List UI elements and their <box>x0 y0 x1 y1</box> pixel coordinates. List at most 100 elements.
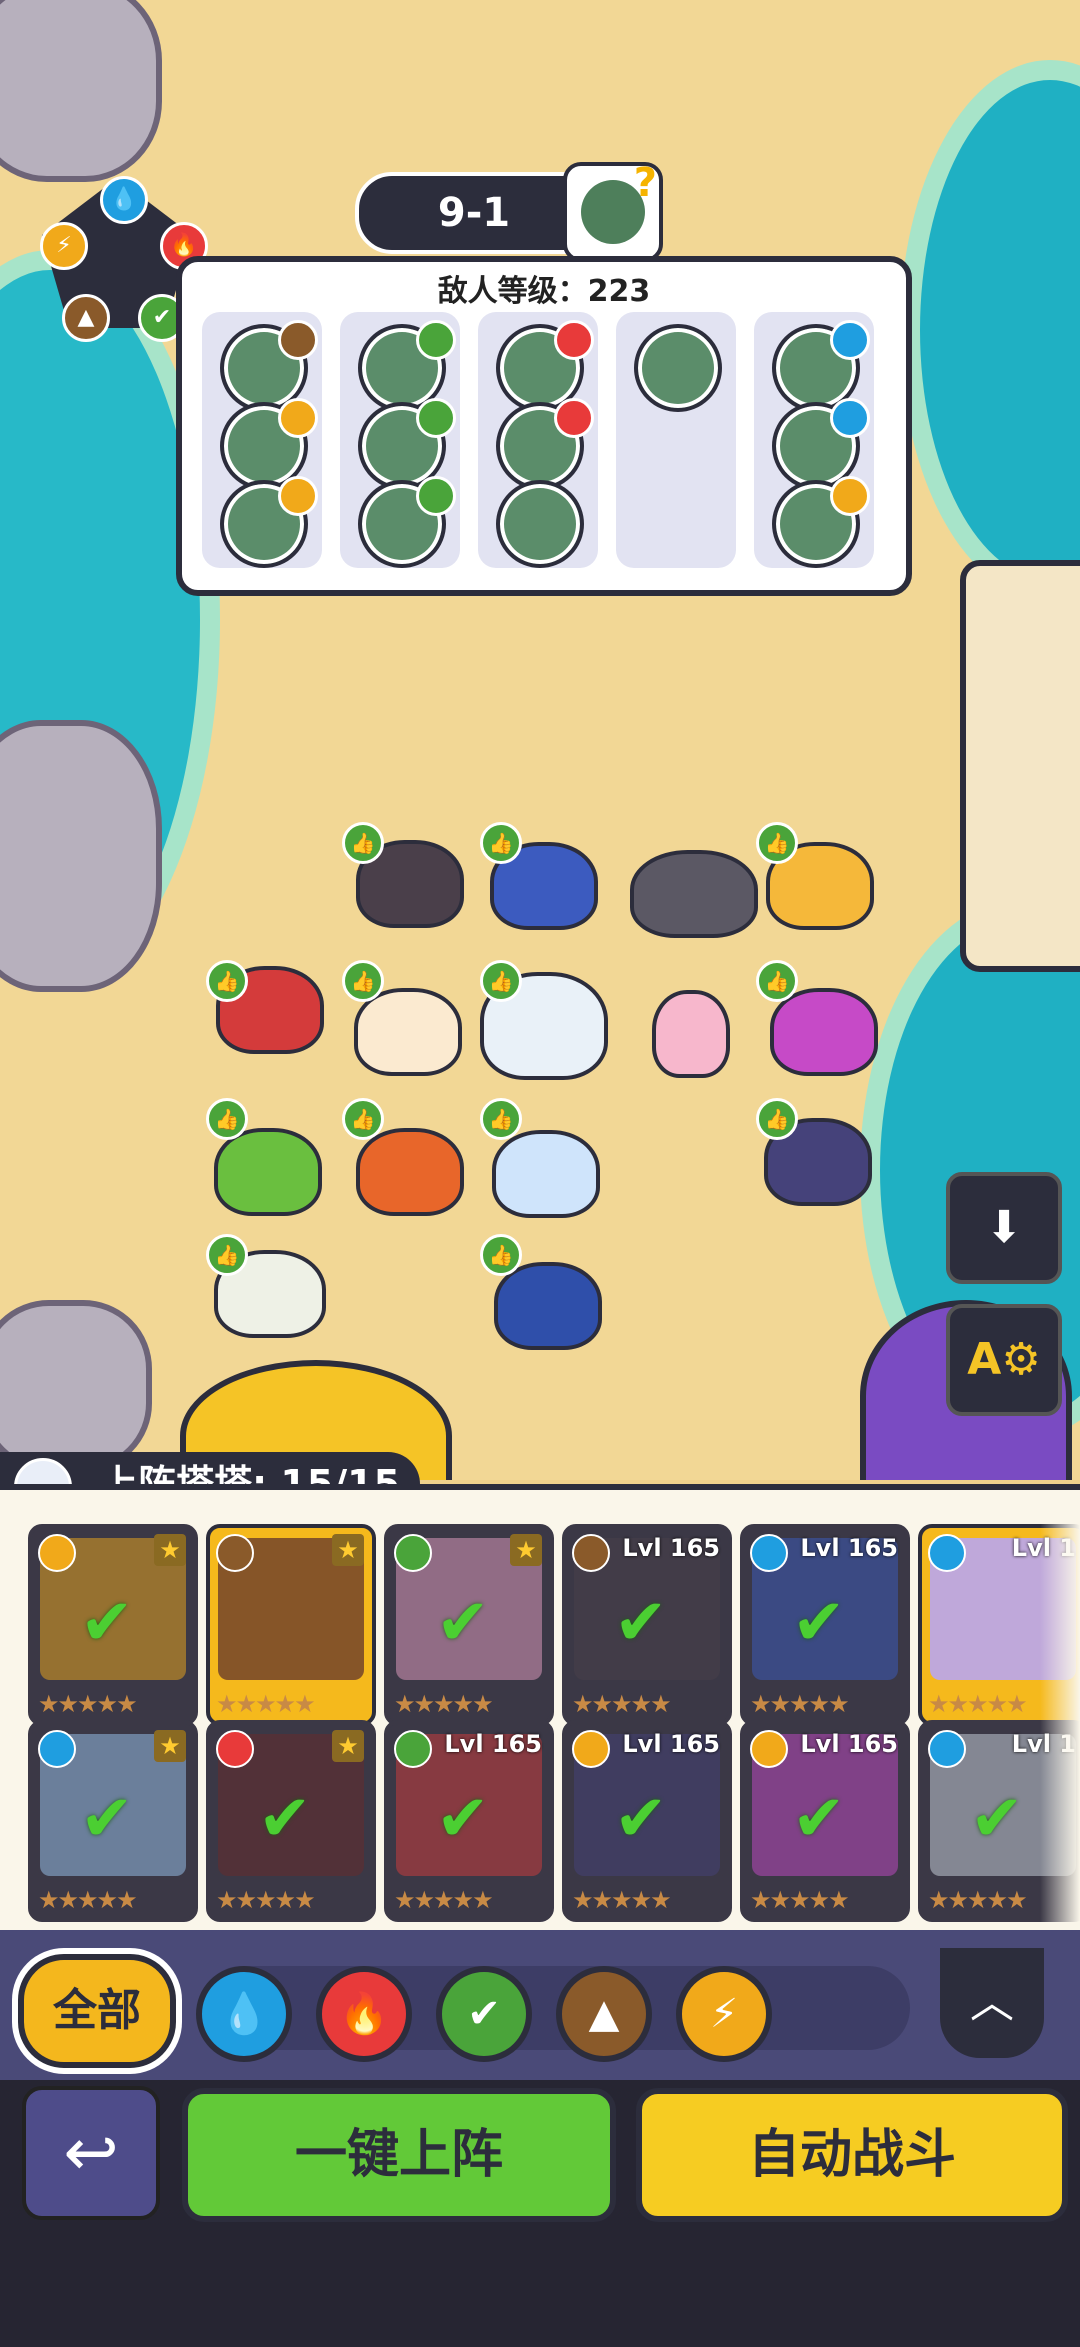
water-icon: 💧 <box>100 176 148 224</box>
thunder-icon <box>278 476 318 516</box>
like-icon: 👍 <box>342 960 384 1002</box>
pet-green-fox[interactable] <box>214 1128 322 1216</box>
pet-card[interactable]: ★ ✔ ★★★★★ <box>28 1720 198 1922</box>
water-icon <box>830 320 870 360</box>
roster-panel: ★ ✔ ★★★★★ ★ ★★★★★ ★ ✔ ★★★★★ Lvl 165 ✔ ★★★★★ Lvl 165… <box>0 1484 1080 1942</box>
question-mark-icon: ? <box>633 160 657 206</box>
level-label: Lvl 165 <box>800 1730 898 1758</box>
favorite-star-icon[interactable]: ★ <box>332 1730 364 1762</box>
water-icon <box>750 1534 788 1572</box>
enemy-portrait[interactable] <box>220 476 318 568</box>
thunder-icon <box>830 476 870 516</box>
favorite-star-icon[interactable]: ★ <box>510 1534 542 1566</box>
check-icon: ✔ <box>436 1586 490 1660</box>
filter-track <box>200 1966 910 2050</box>
zombie-boss-icon[interactable]: ? <box>563 160 663 262</box>
pet-chick[interactable] <box>354 988 462 1076</box>
thunder-icon <box>278 398 318 438</box>
rarity-stars: ★★★★★ <box>928 1690 1028 1718</box>
filter-earth-button[interactable]: ▲ <box>556 1966 652 2062</box>
tower-right <box>960 560 1080 972</box>
enemy-portrait[interactable] <box>772 476 870 568</box>
return-arrow-icon[interactable]: ↩ <box>22 2086 160 2220</box>
level-label: Lvl 165 <box>800 1534 898 1562</box>
rarity-stars: ★★★★★ <box>928 1886 1028 1914</box>
like-icon: 👍 <box>342 1098 384 1140</box>
like-icon: 👍 <box>756 1098 798 1140</box>
water-icon <box>830 398 870 438</box>
auto-battle-button[interactable]: 自动战斗 <box>636 2088 1068 2222</box>
filter-fire-button[interactable]: 🔥 <box>316 1966 412 2062</box>
favorite-star-icon[interactable]: ★ <box>154 1730 186 1762</box>
like-icon: 👍 <box>756 822 798 864</box>
grass-icon <box>394 1534 432 1572</box>
thunder-icon <box>572 1730 610 1768</box>
rarity-stars: ★★★★★ <box>750 1690 850 1718</box>
filter-grass-button[interactable]: ✔ <box>436 1966 532 2062</box>
rock-top-left <box>0 0 162 182</box>
enemy-portrait[interactable] <box>358 476 456 568</box>
pet-card[interactable]: Lvl 165 ✔ ★★★★★ <box>740 1524 910 1726</box>
grass-icon <box>416 398 456 438</box>
chevron-up-icon[interactable]: ︿ <box>940 1948 1044 2058</box>
check-icon: ✔ <box>614 1782 668 1856</box>
rock-bottom-left <box>0 1300 152 1472</box>
pet-tiger[interactable] <box>356 1128 464 1216</box>
rock-mid-left <box>0 720 162 992</box>
favorite-star-icon[interactable]: ★ <box>332 1534 364 1566</box>
enemy-column <box>616 312 736 568</box>
check-icon: ✔ <box>436 1782 490 1856</box>
check-icon: ✔ <box>792 1782 846 1856</box>
pet-card[interactable]: ★ ✔ ★★★★★ <box>206 1720 376 1922</box>
enemy-level-title: 敌人等级：223 <box>437 274 651 309</box>
water-icon <box>928 1534 966 1572</box>
like-icon: 👍 <box>206 1234 248 1276</box>
earth-icon: ▲ <box>62 294 110 342</box>
enemy-portrait[interactable] <box>496 398 594 490</box>
roster-fade <box>1040 1490 1080 1942</box>
enemy-portrait[interactable] <box>496 480 584 568</box>
pet-robot-cat[interactable] <box>494 1262 602 1350</box>
filter-water-button[interactable]: 💧 <box>196 1966 292 2062</box>
pet-card[interactable]: Lvl 165 ✔ ★★★★★ <box>384 1720 554 1922</box>
enemy-column <box>478 312 598 568</box>
stage-label: 9-1 <box>437 190 511 236</box>
earth-icon <box>572 1534 610 1572</box>
pet-egg[interactable] <box>770 988 878 1076</box>
pet-lizard[interactable] <box>630 850 758 938</box>
check-icon: ✔ <box>80 1782 134 1856</box>
pet-card[interactable]: Lvl 165 ✔ ★★★★★ <box>562 1524 732 1726</box>
pet-card[interactable]: Lvl 165 ✔ ★★★★★ <box>562 1720 732 1922</box>
pet-pink-fairy[interactable] <box>652 990 730 1078</box>
auto-gear-icon[interactable]: A⚙ <box>946 1304 1062 1416</box>
like-icon: 👍 <box>480 822 522 864</box>
rarity-stars: ★★★★★ <box>394 1690 494 1718</box>
download-icon[interactable]: ⬇ <box>946 1172 1062 1284</box>
thunder-icon <box>38 1534 76 1572</box>
like-icon: 👍 <box>342 822 384 864</box>
thunder-icon: ⚡ <box>40 222 88 270</box>
pet-card[interactable]: ★ ★★★★★ <box>206 1524 376 1726</box>
pet-ghost[interactable] <box>492 1130 600 1218</box>
filter-thunder-button[interactable]: ⚡ <box>676 1966 772 2062</box>
pet-card[interactable]: Lvl 165 ✔ ★★★★★ <box>740 1720 910 1922</box>
level-label: Lvl 165 <box>444 1730 542 1758</box>
pet-card[interactable]: ★ ✔ ★★★★★ <box>384 1524 554 1726</box>
like-icon: 👍 <box>206 960 248 1002</box>
check-icon: ✔ <box>970 1782 1024 1856</box>
one-click-deploy-button[interactable]: 一键上阵 <box>182 2088 616 2222</box>
check-icon: ✔ <box>258 1782 312 1856</box>
rarity-stars: ★★★★★ <box>38 1886 138 1914</box>
rarity-stars: ★★★★★ <box>216 1886 316 1914</box>
fire-icon <box>216 1730 254 1768</box>
grass-icon <box>416 476 456 516</box>
level-label: Lvl 165 <box>622 1534 720 1562</box>
favorite-star-icon[interactable]: ★ <box>154 1534 186 1566</box>
pet-card[interactable]: ★ ✔ ★★★★★ <box>28 1524 198 1726</box>
enemy-portrait[interactable] <box>634 324 722 412</box>
filter-all-button[interactable]: 全部 <box>18 1954 176 2068</box>
like-icon: 👍 <box>480 960 522 1002</box>
like-icon: 👍 <box>206 1098 248 1140</box>
enemy-panel: 敌人等级：223 <box>176 256 912 596</box>
level-label: Lvl 165 <box>622 1730 720 1758</box>
